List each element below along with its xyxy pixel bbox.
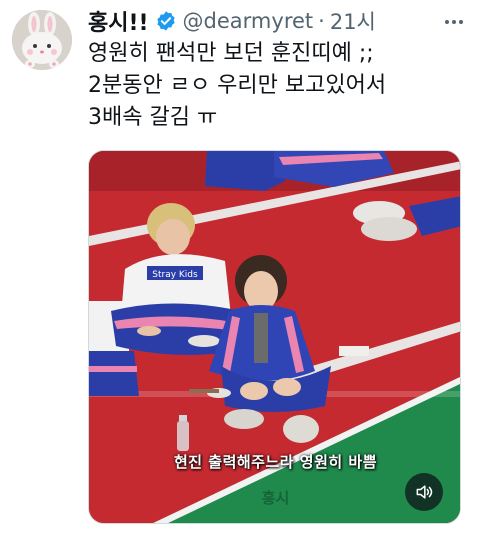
user-avatar[interactable]	[12, 10, 72, 70]
bunny-avatar-icon	[12, 10, 72, 70]
video-subtitle: 현진 출력해주느라 영원히 바쁨	[173, 453, 378, 471]
tweet-text-line: 영원히 팬석만 보던 훈진띠예 ;;	[88, 41, 374, 66]
more-dots-icon	[445, 20, 463, 24]
tweet-time[interactable]: 21시	[330, 6, 376, 36]
shirt-print: Stray Kids	[152, 270, 198, 280]
display-name[interactable]: 홍시!!	[88, 5, 149, 37]
tweet-text-line: 2분동안 ㄹㅇ 우리만 보고있어서	[88, 73, 387, 98]
tweet-header: 홍시!! @dearmyret · 21시	[88, 6, 376, 36]
tweet-text-line: 3배속 갈김 ㅠ	[88, 105, 218, 130]
verified-badge-icon	[155, 10, 177, 32]
user-handle[interactable]: @dearmyret	[183, 9, 314, 33]
tweet-text: 영원히 팬석만 보던 훈진띠예 ;; 2분동안 ㄹㅇ 우리만 보고있어서 3배속…	[88, 38, 468, 134]
volume-icon	[416, 485, 433, 499]
more-options-button[interactable]	[436, 4, 472, 40]
video-player[interactable]: Stray Kids 현진 출력해주느라 영원히 바쁨 홍시	[88, 150, 461, 524]
tweet[interactable]: 홍시!! @dearmyret · 21시 영원히 팬석만 보던 훈진띠예 ;;…	[0, 0, 480, 534]
separator-dot: ·	[318, 9, 325, 33]
mute-toggle-button[interactable]	[405, 473, 443, 511]
